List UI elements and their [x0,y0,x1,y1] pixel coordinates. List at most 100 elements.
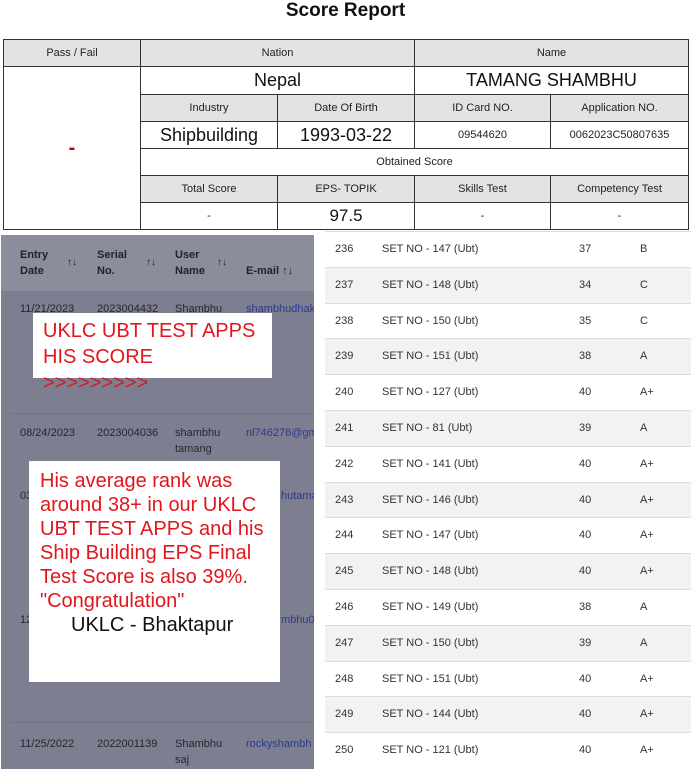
report-title: Score Report [285,0,406,21]
list-item[interactable]: 241 SET NO - 81 (Ubt) 39 A [325,410,691,446]
list-item[interactable]: 249 SET NO - 144 (Ubt) 40 A+ [325,696,691,733]
list-item-score: 40 [579,457,592,470]
list-item[interactable]: 239 SET NO - 151 (Ubt) 38 A [325,338,691,375]
signature-text: UKLC - Bhaktapur [71,614,234,636]
list-item-grade: A+ [640,672,654,685]
list-item[interactable]: 247 SET NO - 150 (Ubt) 39 A [325,624,691,661]
header-dob: Date Of Birth [278,95,415,122]
id-card-value: 09544620 [415,122,551,149]
row3-email[interactable]: hutama [281,488,314,504]
list-item-grade: C [640,314,648,327]
list-item-rank: 247 [335,636,354,649]
list-item-score: 40 [579,493,592,506]
list-item[interactable]: 250 SET NO - 121 (Ubt) 40 A+ [325,732,691,768]
list-item-set: SET NO - 150 (Ubt) [382,636,479,649]
list-item-set: SET NO - 151 (Ubt) [382,350,479,363]
list-item-score: 40 [579,672,592,685]
list-item[interactable]: 243 SET NO - 146 (Ubt) 40 A+ [325,481,691,518]
industry-value: Shipbuilding [141,122,278,149]
list-item[interactable]: 248 SET NO - 151 (Ubt) 40 A+ [325,660,691,697]
list-item-set: SET NO - 148 (Ubt) [382,565,479,578]
list-item-rank: 248 [335,672,354,685]
list-item-set: SET NO - 81 (Ubt) [382,422,473,434]
list-item-grade: A+ [640,744,654,757]
list-item-score: 34 [579,278,592,291]
list-item-grade: C [640,278,648,291]
header-name: Name [415,40,688,67]
list-item[interactable]: 236 SET NO - 147 (Ubt) 37 B [325,231,691,267]
list-item-rank: 238 [335,314,354,327]
list-item-set: SET NO - 151 (Ubt) [382,672,479,685]
list-item-rank: 242 [335,457,354,470]
header-id-card: ID Card NO. [415,95,551,122]
list-item-set: SET NO - 121 (Ubt) [382,744,479,757]
annotation-box-apps: UKLC UBT TEST APPS HIS SCORE >>>>>>>>> [33,313,272,394]
header-competency-test: Competency Test [551,176,688,203]
list-item-rank: 239 [335,350,354,363]
rank-list: 236 SET NO - 147 (Ubt) 37 B 237 SET NO - 148 … [325,231,691,769]
application-value: 0062023C50807635 [551,122,688,149]
list-item-grade: A [640,422,648,434]
annotation-box-congrats: His average rank was around 38+ in our U… [29,461,280,682]
list-item-set: SET NO - 146 (Ubt) [382,493,479,506]
list-item-rank: 237 [335,278,354,291]
list-item-set: SET NO - 147 (Ubt) [382,243,479,255]
list-item-grade: A [640,636,648,649]
row-divider [11,413,314,414]
list-item[interactable]: 237 SET NO - 148 (Ubt) 34 C [325,266,691,303]
row5-email[interactable]: rockyshambh [246,736,311,752]
row5-user: Shambhu saj [175,738,223,766]
list-item-rank: 249 [335,708,354,721]
row4-email[interactable]: mbhu01 [281,612,314,628]
list-item-score: 40 [579,744,592,757]
header-industry: Industry [141,95,278,122]
sort-user-name-icon[interactable]: ↑↓ [217,257,227,268]
list-item-score: 38 [579,601,592,613]
sort-entry-date-icon[interactable]: ↑↓ [67,257,77,268]
list-item[interactable]: 238 SET NO - 150 (Ubt) 35 C [325,302,691,339]
list-item-score: 39 [579,636,592,649]
list-item-score: 40 [579,565,592,578]
sort-serial-no-icon[interactable]: ↑↓ [146,257,156,268]
column-user-name[interactable]: User Name [175,247,205,279]
list-item-score: 40 [579,529,592,542]
row2-serial: 2023004036 [97,427,159,439]
list-item-rank: 236 [335,243,354,255]
list-item-set: SET NO - 127 (Ubt) [382,386,479,399]
list-item-grade: A+ [640,565,654,578]
list-item[interactable]: 245 SET NO - 148 (Ubt) 40 A+ [325,553,691,590]
list-item-score: 40 [579,386,592,399]
column-email[interactable]: E-mail ↑↓ [246,263,293,279]
header-eps-topik: EPS- TOPIK [278,176,415,203]
header-pass-fail: Pass / Fail [4,40,141,67]
list-item[interactable]: 246 SET NO - 149 (Ubt) 38 A [325,589,691,625]
row2-email[interactable]: nl746278@gm [246,425,314,441]
list-item-set: SET NO - 148 (Ubt) [382,278,479,291]
list-item-set: SET NO - 141 (Ubt) [382,457,479,470]
list-item-score: 35 [579,314,592,327]
list-item-grade: B [640,243,648,255]
list-item-grade: A+ [640,386,654,399]
dob-value: 1993-03-22 [278,122,415,149]
row2-user: shambhu tamang [175,427,221,455]
list-item-rank: 244 [335,529,354,542]
list-item[interactable]: 242 SET NO - 141 (Ubt) 40 A+ [325,445,691,482]
header-application: Application NO. [551,95,688,122]
name-value: TAMANG SHAMBHU [415,67,688,95]
row-divider [11,722,314,723]
column-entry-date[interactable]: Entry Date [20,247,48,279]
list-item-rank: 241 [335,422,354,434]
list-item[interactable]: 240 SET NO - 127 (Ubt) 40 A+ [325,374,691,410]
list-item[interactable]: 244 SET NO - 147 (Ubt) 40 A+ [325,517,691,553]
header-skills-test: Skills Test [415,176,551,203]
list-item-grade: A [640,601,648,613]
list-item-rank: 240 [335,386,354,399]
row2-date: 08/24/2023 [20,427,76,439]
list-item-grade: A+ [640,457,654,470]
list-item-score: 37 [579,243,592,255]
header-total-score: Total Score [141,176,278,203]
column-serial-no[interactable]: Serial No. [97,247,127,279]
total-score-value: - [141,203,278,229]
list-item-score: 39 [579,422,592,434]
list-item-grade: A [640,350,648,363]
